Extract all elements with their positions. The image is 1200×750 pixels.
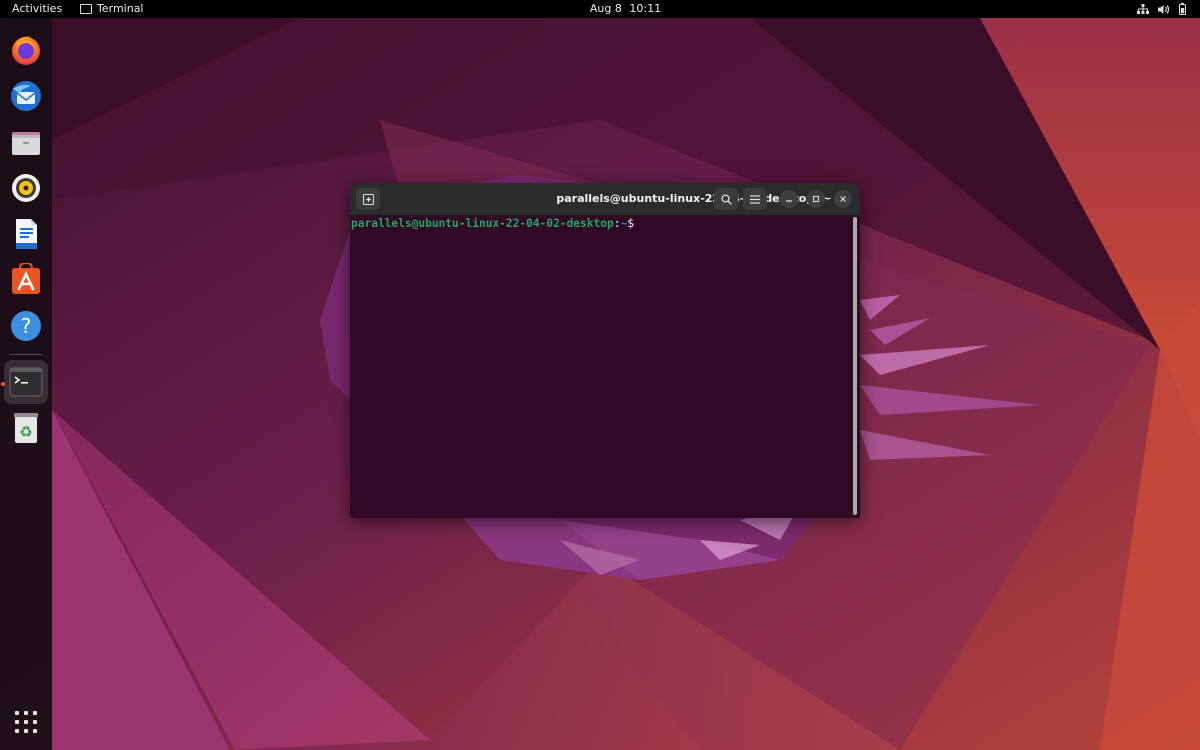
terminal-icon xyxy=(9,367,43,397)
dock-files[interactable] xyxy=(4,120,48,164)
running-indicator xyxy=(1,382,5,386)
close-button[interactable] xyxy=(834,190,852,208)
close-icon xyxy=(840,196,846,202)
maximize-icon xyxy=(812,195,820,203)
dock-trash[interactable]: ♻ xyxy=(4,406,48,450)
minimize-icon xyxy=(786,200,792,202)
rhythmbox-icon xyxy=(12,174,40,202)
prompt-symbol: $ xyxy=(627,217,634,230)
trash-icon: ♻ xyxy=(14,413,38,443)
top-bar: Activities Terminal Aug 8 10:11 xyxy=(0,0,1200,18)
desktop: Activities Terminal Aug 8 10:11 ? ♻ para… xyxy=(0,0,1200,750)
dock-rhythmbox[interactable] xyxy=(4,166,48,210)
dock-libreoffice-writer[interactable] xyxy=(4,212,48,256)
prompt-line: parallels@ubuntu-linux-22-04-02-desktop:… xyxy=(351,217,634,231)
dock: ? ♻ xyxy=(0,18,52,750)
help-icon: ? xyxy=(11,311,41,341)
show-applications-button[interactable] xyxy=(4,700,48,744)
firefox-icon xyxy=(12,36,40,65)
writer-icon xyxy=(16,219,37,249)
svg-text:♻: ♻ xyxy=(19,423,32,441)
clock[interactable]: Aug 8 10:11 xyxy=(0,0,1200,18)
maximize-button[interactable] xyxy=(807,190,825,208)
minimize-button[interactable] xyxy=(780,190,798,208)
search-icon xyxy=(720,193,732,205)
hamburger-menu-icon xyxy=(750,194,760,204)
system-tray[interactable] xyxy=(1137,0,1186,18)
svg-text:?: ? xyxy=(21,314,32,338)
terminal-body[interactable]: parallels@ubuntu-linux-22-04-02-desktop:… xyxy=(350,216,852,518)
network-icon xyxy=(1137,3,1149,14)
titlebar[interactable]: parallels@ubuntu-linux-22-04-02-desktop:… xyxy=(350,183,860,216)
dock-thunderbird[interactable] xyxy=(4,74,48,118)
dock-ubuntu-software[interactable] xyxy=(4,258,48,302)
files-icon xyxy=(12,132,40,155)
menu-button[interactable] xyxy=(743,188,767,210)
new-tab-icon xyxy=(362,193,374,205)
dock-firefox[interactable] xyxy=(4,28,48,72)
thunderbird-icon xyxy=(11,81,41,111)
new-tab-button[interactable] xyxy=(356,188,380,210)
search-button[interactable] xyxy=(714,188,738,210)
dock-terminal[interactable] xyxy=(4,360,48,404)
battery-icon xyxy=(1179,3,1186,15)
volume-icon xyxy=(1158,4,1170,14)
dock-help[interactable]: ? xyxy=(4,304,48,348)
terminal-window[interactable]: parallels@ubuntu-linux-22-04-02-desktop:… xyxy=(350,183,860,518)
clock-date: Aug 8 xyxy=(589,2,622,15)
software-icon xyxy=(12,263,40,294)
scrollbar[interactable] xyxy=(853,217,857,515)
prompt-user-host: parallels@ubuntu-linux-22-04-02-desktop xyxy=(351,217,614,230)
app-grid-icon xyxy=(15,711,37,733)
clock-time: 10:11 xyxy=(629,2,662,15)
dock-separator xyxy=(10,354,42,355)
